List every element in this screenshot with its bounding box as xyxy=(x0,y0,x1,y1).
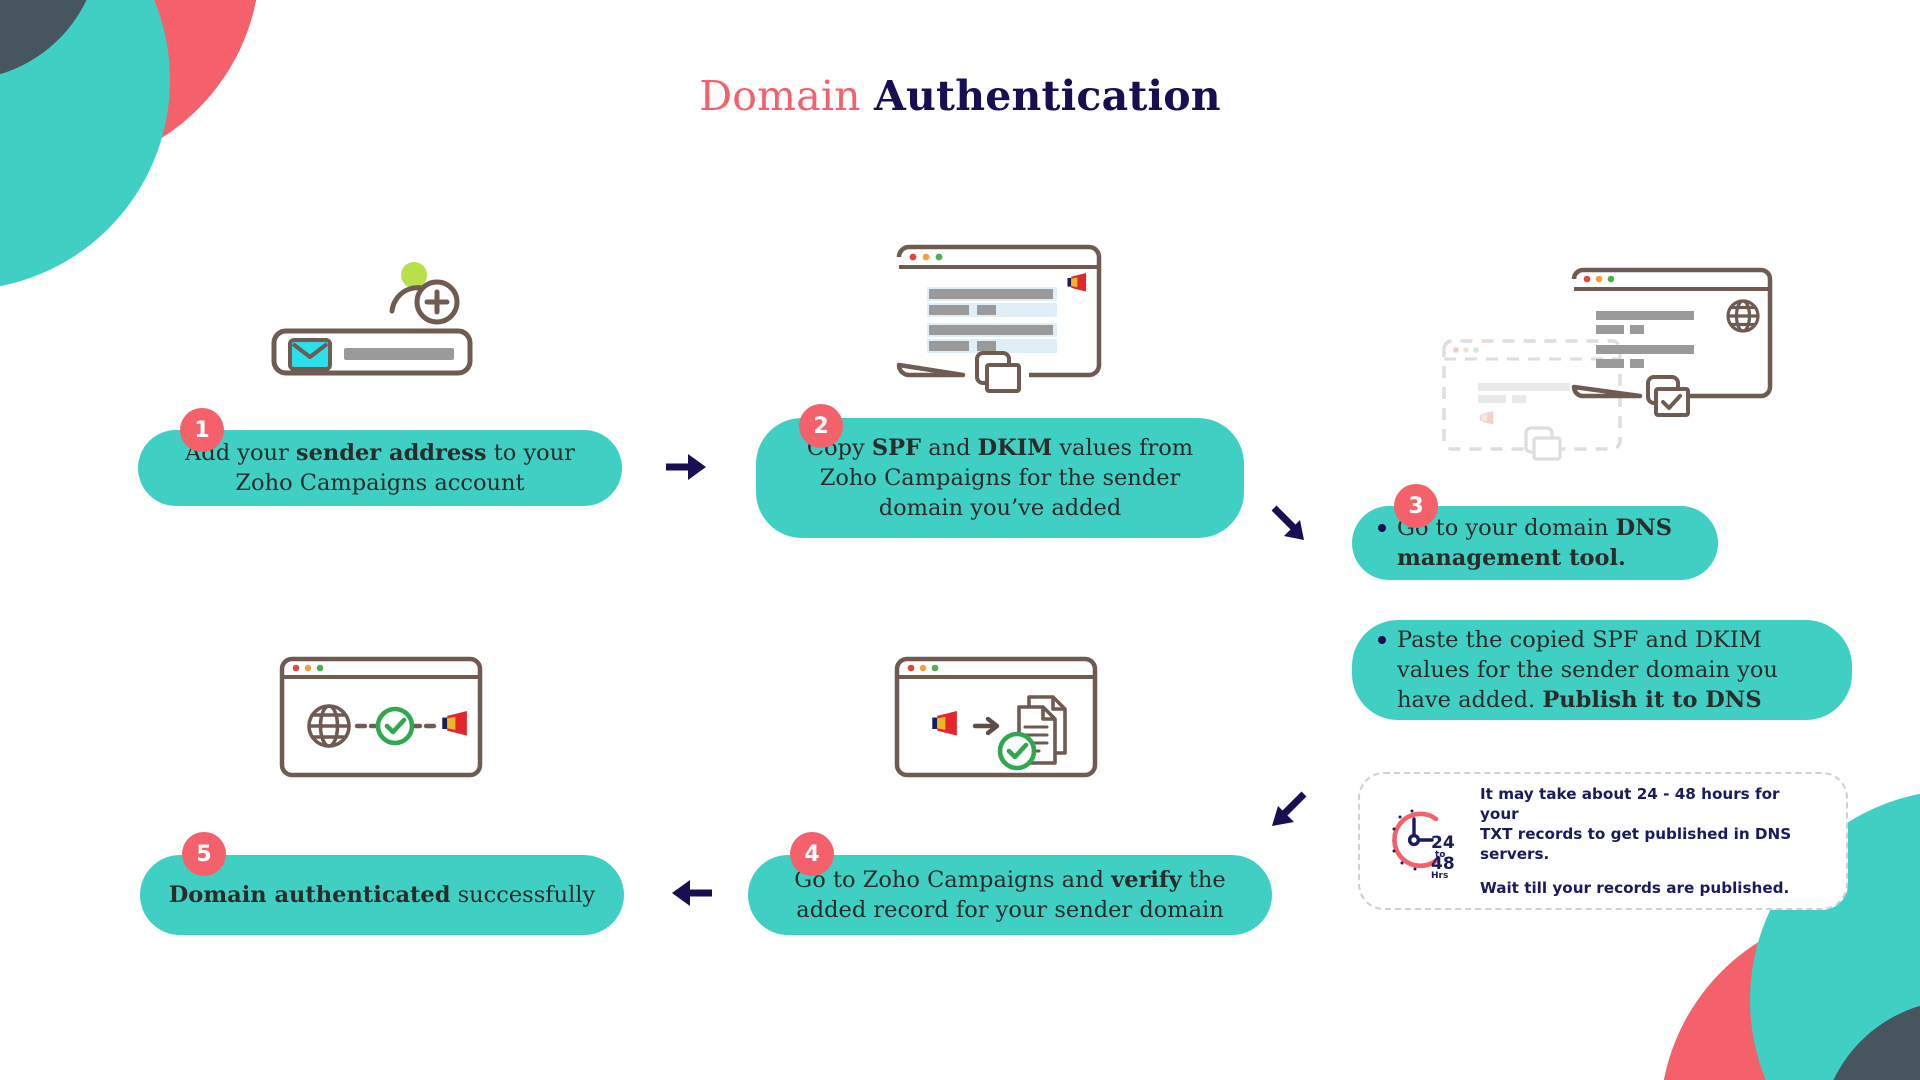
note-line-2: TXT records to get published in DNS serv… xyxy=(1480,825,1792,863)
note-line-3: Wait till your records are published. xyxy=(1480,879,1790,897)
note-line-1: It may take about 24 - 48 hours for your xyxy=(1480,785,1780,823)
domain-authenticated-browser-illustration xyxy=(278,655,484,779)
paste-values-text: Paste the copied SPF and DKIM values for… xyxy=(1378,625,1826,715)
step-4-text-before: Go to Zoho Campaigns and xyxy=(794,867,1112,893)
step-2-text-mid: and xyxy=(921,435,978,461)
step-1-text: Add your sender address to your Zoho Cam… xyxy=(170,438,590,498)
step-2-text-bold-dkim: DKIM xyxy=(977,435,1053,461)
clock-24-48-hrs-icon: 24 to 48 Hrs xyxy=(1386,803,1460,881)
step-4-number: 4 xyxy=(804,841,820,867)
arrow-step2-to-step3 xyxy=(1268,502,1314,548)
step-5-text-bold: Domain authenticated xyxy=(168,882,451,908)
bullet-point-icon xyxy=(1378,524,1386,532)
step-2-number: 2 xyxy=(813,413,829,439)
page-title-bold: Authentication xyxy=(874,72,1221,120)
verify-record-browser-illustration xyxy=(893,655,1099,779)
step-5-number: 5 xyxy=(196,841,212,867)
dns-wait-note: 24 to 48 Hrs It may take about 24 - 48 h… xyxy=(1358,772,1848,910)
arrow-step3-to-step4 xyxy=(1264,788,1310,834)
add-sender-address-illustration xyxy=(271,255,473,376)
paste-values-bubble[interactable]: Paste the copied SPF and DKIM values for… xyxy=(1352,620,1852,720)
page-title: Domain Authentication xyxy=(0,72,1920,120)
step-1-badge: 1 xyxy=(180,408,224,452)
dns-wait-note-text: It may take about 24 - 48 hours for your… xyxy=(1480,784,1820,898)
clock-hrs-label: Hrs xyxy=(1431,871,1448,881)
paste-values-text-bold: Publish it to DNS xyxy=(1542,687,1762,713)
step-3-badge: 3 xyxy=(1394,484,1438,528)
step-5-text-after: successfully xyxy=(450,882,596,908)
step-1-number: 1 xyxy=(194,417,210,443)
dns-management-windows-illustration xyxy=(1440,265,1780,465)
step-5-text: Domain authenticated successfully xyxy=(168,880,596,910)
step-1-text-bold: sender address xyxy=(295,440,487,466)
step-3-number: 3 xyxy=(1408,493,1424,519)
page-title-light: Domain xyxy=(699,72,861,120)
decorative-corner-top-left xyxy=(0,0,260,300)
step-2-badge: 2 xyxy=(799,404,843,448)
step-4-text: Go to Zoho Campaigns and verify the adde… xyxy=(776,865,1244,925)
step-5-badge: 5 xyxy=(182,832,226,876)
step-2-text: Copy SPF and DKIM values from Zoho Campa… xyxy=(786,433,1214,523)
step-4-badge: 4 xyxy=(790,832,834,876)
step-2-text-bold-spf: SPF xyxy=(871,435,922,461)
arrow-step1-to-step2 xyxy=(662,446,712,488)
arrow-step4-to-step5 xyxy=(666,872,716,914)
step-4-text-bold: verify xyxy=(1111,867,1182,893)
copy-spf-dkim-browser-illustration xyxy=(893,243,1105,393)
bullet-point-icon-2 xyxy=(1378,636,1386,644)
infographic-canvas: Domain Authentication Add your sender ad… xyxy=(0,0,1920,1080)
